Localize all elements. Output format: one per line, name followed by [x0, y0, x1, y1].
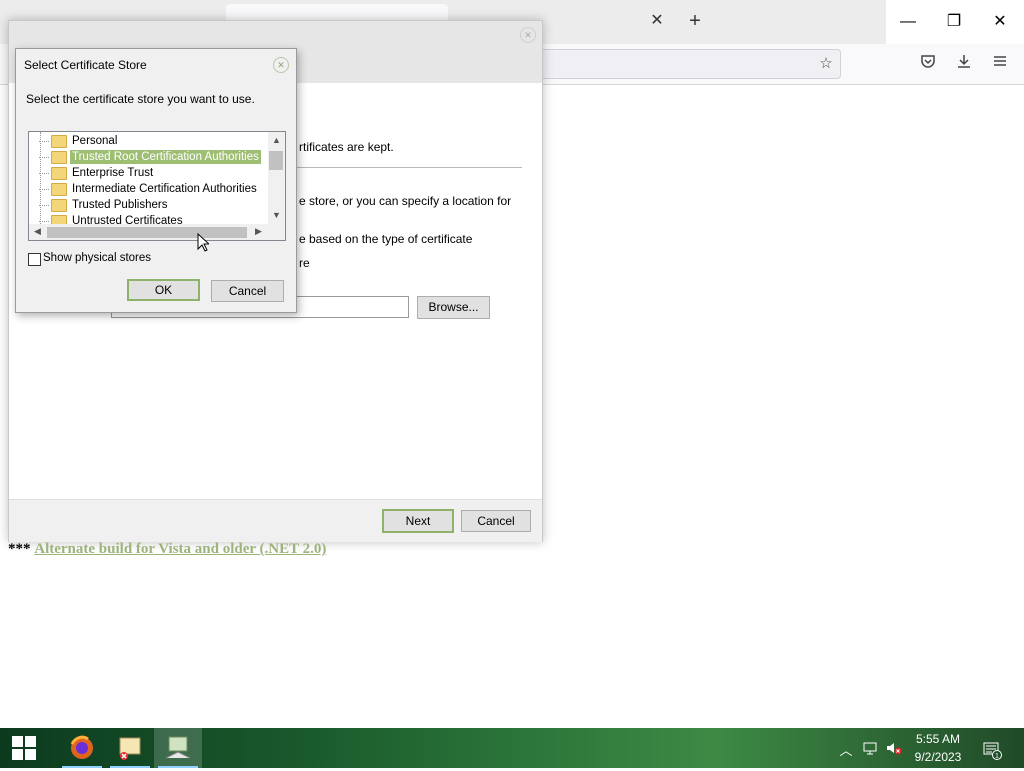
folder-icon [51, 151, 67, 164]
wizard-text-3: e based on the type of certificate [299, 232, 473, 246]
menu-icon[interactable] [989, 53, 1011, 75]
tree-item-label: Enterprise Trust [72, 167, 154, 179]
tree-item[interactable]: Trusted Publishers [29, 197, 269, 213]
network-icon[interactable] [860, 740, 880, 759]
tree-item-label: Personal [72, 135, 118, 147]
tree-connector [39, 157, 49, 158]
scroll-left-icon[interactable]: ◀ [29, 226, 46, 237]
wizard-close-icon[interactable]: ✕ [520, 27, 536, 43]
show-hidden-icons-chevron-icon[interactable]: ︿ [836, 740, 856, 759]
new-tab-icon[interactable]: + [684, 10, 706, 32]
select-certificate-store-dialog: Select Certificate Store ✕ Select the ce… [15, 48, 297, 313]
ok-button[interactable]: OK [127, 279, 200, 301]
notifications-icon[interactable]: 1 [982, 740, 1002, 763]
vertical-scroll-thumb[interactable] [269, 151, 283, 170]
folder-icon [51, 199, 67, 212]
wizard-text-4: re [299, 256, 310, 270]
alternate-build-line: *** Alternate build for Vista and older … [8, 541, 326, 558]
clock-date[interactable]: 9/2/2023 [905, 750, 971, 764]
firefox-taskbar-icon[interactable] [58, 728, 106, 768]
cert-wizard-taskbar-icon[interactable] [154, 728, 202, 768]
pocket-icon[interactable] [917, 53, 939, 75]
tree-item-label: Trusted Publishers [72, 199, 168, 211]
alternate-build-link[interactable]: Alternate build for Vista and older (.NE… [34, 541, 326, 557]
folder-icon [51, 183, 67, 196]
scroll-right-icon[interactable]: ▶ [250, 226, 267, 237]
tree-connector [39, 221, 49, 222]
tree-connector [39, 189, 49, 190]
window-controls: — ❐ ✕ [886, 0, 1024, 44]
tree-connector [39, 141, 49, 142]
mouse-cursor-icon [197, 232, 211, 255]
stars-text: *** [8, 541, 31, 557]
dialog-prompt: Select the certificate store you want to… [26, 92, 255, 106]
scroll-down-icon[interactable]: ▼ [268, 210, 285, 220]
show-physical-stores-label: Show physical stores [43, 252, 152, 264]
horizontal-scroll-thumb[interactable] [47, 227, 247, 238]
next-button[interactable]: Next [382, 509, 454, 533]
tab-close-icon[interactable]: ✕ [648, 12, 666, 30]
folder-icon [51, 167, 67, 180]
notification-count: 1 [995, 753, 999, 760]
dialog-cancel-button[interactable]: Cancel [211, 280, 284, 302]
tree-item-label: Trusted Root Certification Authorities [70, 150, 261, 164]
tree-connector [39, 205, 49, 206]
volume-muted-icon[interactable] [884, 740, 904, 759]
store-tree[interactable]: Personal Trusted Root Certification Auth… [28, 131, 286, 241]
dialog-title: Select Certificate Store [24, 58, 147, 72]
clock-time[interactable]: 5:55 AM [905, 732, 971, 746]
star-icon[interactable]: ☆ [815, 53, 837, 75]
tree-connector [39, 173, 49, 174]
tree-item-label: Intermediate Certification Authorities [72, 183, 257, 195]
tree-item-selected[interactable]: Trusted Root Certification Authorities [29, 149, 269, 165]
windows-start-icon[interactable] [0, 728, 48, 768]
wizard-text-2: e store, or you can specify a location f… [299, 194, 512, 208]
tree-item[interactable]: Intermediate Certification Authorities [29, 181, 269, 197]
tree-item[interactable]: Personal [29, 133, 269, 149]
certmgr-taskbar-icon[interactable] [106, 728, 154, 768]
close-window-icon[interactable]: ✕ [988, 10, 1012, 34]
minimize-icon[interactable]: — [896, 10, 920, 34]
wizard-text-1: rtificates are kept. [299, 140, 394, 154]
scroll-up-icon[interactable]: ▲ [268, 135, 285, 145]
download-icon[interactable] [953, 53, 975, 75]
browse-button[interactable]: Browse... [417, 296, 490, 319]
dialog-close-icon[interactable]: ✕ [273, 57, 289, 73]
show-physical-stores-checkbox[interactable] [28, 253, 41, 266]
folder-icon [51, 135, 67, 148]
tree-item[interactable]: Enterprise Trust [29, 165, 269, 181]
url-bar[interactable] [540, 49, 841, 79]
wizard-cancel-button[interactable]: Cancel [461, 510, 531, 532]
maximize-icon[interactable]: ❐ [942, 10, 966, 34]
